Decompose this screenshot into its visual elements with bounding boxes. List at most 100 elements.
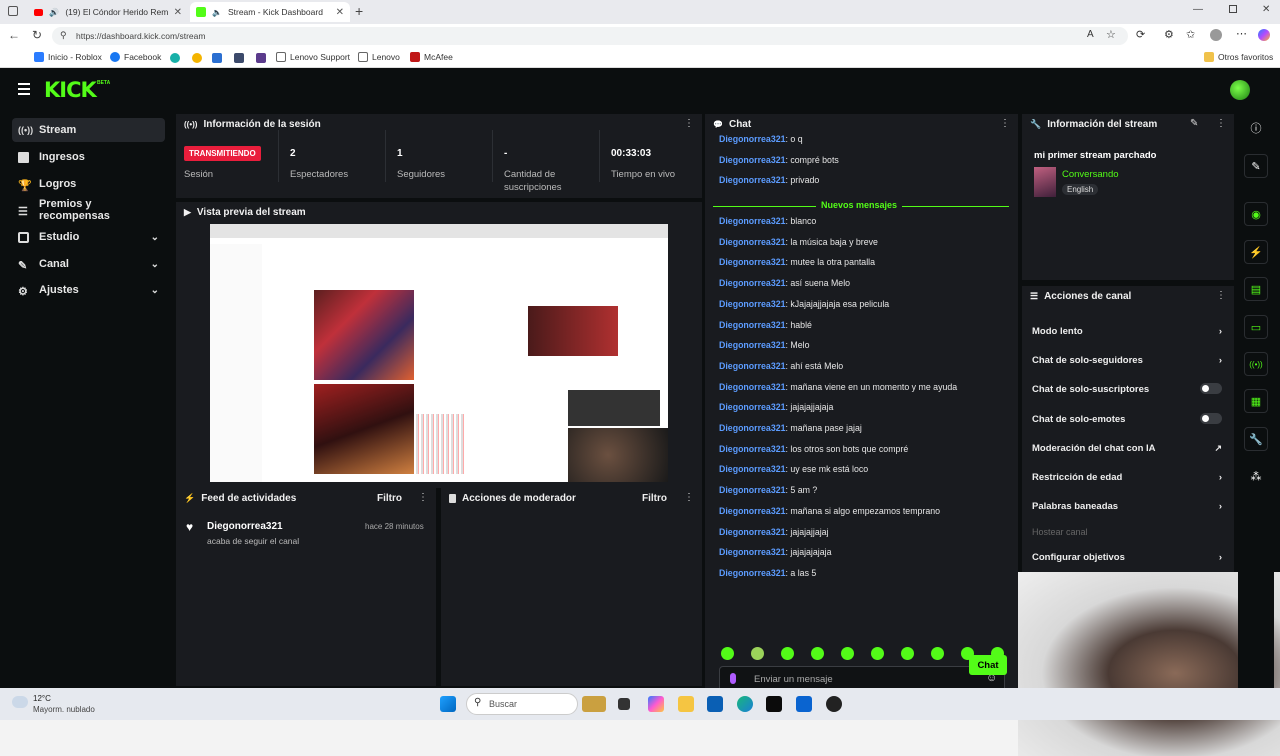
sidebar-item-estudio[interactable]: Estudio ⌄ (12, 225, 165, 249)
emote-icon[interactable] (931, 647, 944, 660)
action-age-restriction[interactable]: Restricción de edad › (1032, 472, 1222, 483)
read-aloud-icon[interactable]: A (1087, 29, 1094, 40)
document-icon[interactable]: ▤ (1244, 277, 1268, 301)
close-icon[interactable]: ✕ (174, 7, 182, 18)
chat-send-button[interactable]: Chat (969, 655, 1007, 675)
copilot-icon[interactable] (1258, 29, 1270, 41)
maximize-button[interactable] (1229, 5, 1237, 13)
chat-username[interactable]: Diegonorrea321 (719, 485, 786, 495)
store-icon[interactable] (707, 696, 723, 712)
sidebar-item-ajustes[interactable]: ⚙ Ajustes ⌄ (12, 278, 165, 302)
category-name[interactable]: Conversando (1062, 169, 1119, 180)
activity-user[interactable]: Diegonorrea321 (207, 521, 283, 532)
widgets-icon[interactable] (582, 696, 606, 712)
extensions-icon[interactable]: ⟳ (1136, 28, 1145, 41)
chat-username[interactable]: Diegonorrea321 (719, 299, 786, 309)
minimize-button[interactable]: — (1193, 4, 1203, 15)
chat-username[interactable]: Diegonorrea321 (719, 402, 786, 412)
site-info-icon[interactable]: ⚲ (60, 30, 67, 41)
chat-username[interactable]: Diegonorrea321 (719, 423, 786, 433)
more-options-icon[interactable]: ⋮ (418, 492, 428, 503)
info-icon[interactable]: ⓘ (1244, 116, 1268, 140)
emote-icon[interactable] (811, 647, 824, 660)
emotes-only-toggle[interactable] (1200, 413, 1222, 424)
url-input[interactable]: ⚲ https://dashboard.kick.com/stream (52, 27, 1128, 45)
bolt-icon[interactable]: ⚡ (1244, 240, 1268, 264)
emote-icon[interactable] (871, 647, 884, 660)
file-explorer-icon[interactable] (678, 696, 694, 712)
chat-username[interactable]: Diegonorrea321 (719, 547, 786, 557)
chat-username[interactable]: Diegonorrea321 (719, 155, 786, 165)
more-options-icon[interactable]: ⋮ (1216, 290, 1226, 301)
app-icon[interactable] (192, 53, 202, 63)
emote-icon[interactable] (751, 647, 764, 660)
chat-username[interactable]: Diegonorrea321 (719, 444, 786, 454)
chat-icon[interactable]: ▭ (1244, 315, 1268, 339)
subscribers-only-toggle[interactable] (1200, 383, 1222, 394)
split-screen-icon[interactable]: ⚙ (1164, 28, 1174, 41)
close-icon[interactable]: ✕ (336, 7, 344, 18)
app-icon[interactable] (212, 53, 222, 63)
chat-username[interactable]: Diegonorrea321 (719, 175, 786, 185)
chat-username[interactable]: Diegonorrea321 (719, 464, 786, 474)
app-icon[interactable] (256, 53, 266, 63)
sidebar-item-logros[interactable]: 🏆 Logros (12, 172, 165, 196)
sidebar-item-stream[interactable]: ((•)) Stream (12, 118, 165, 142)
action-banned-words[interactable]: Palabras baneadas › (1032, 501, 1222, 512)
edit-icon[interactable]: ✎ (1190, 118, 1198, 129)
more-options-icon[interactable]: ⋮ (684, 118, 694, 129)
chat-username[interactable]: Diegonorrea321 (719, 527, 786, 537)
taskbar-search[interactable]: ⚲ Buscar (466, 693, 578, 715)
chat-username[interactable]: Diegonorrea321 (719, 382, 786, 392)
bookmark-lenovo-support[interactable]: Lenovo Support (276, 52, 350, 62)
tab-youtube[interactable]: 🔊 (19) El Cóndor Herido Remix ✕ (28, 2, 188, 22)
action-ai-moderation[interactable]: Moderación del chat con IA ↗ (1032, 443, 1222, 454)
tab-kick[interactable]: 🔈 Stream - Kick Dashboard ✕ (190, 2, 350, 22)
bookmark-facebook[interactable]: Facebook (110, 52, 161, 62)
bookmark-lenovo[interactable]: Lenovo (358, 52, 400, 62)
chat-username[interactable]: Diegonorrea321 (719, 361, 786, 371)
action-subscribers-only[interactable]: Chat de solo-suscriptores (1032, 383, 1222, 395)
weather-icon[interactable] (12, 696, 28, 708)
chat-username[interactable]: Diegonorrea321 (719, 216, 786, 226)
camera-icon[interactable]: ◉ (1244, 202, 1268, 226)
wrench-icon[interactable]: 🔧 (1244, 427, 1268, 451)
microphone-icon[interactable] (730, 673, 736, 684)
more-options-icon[interactable]: ⋮ (684, 492, 694, 503)
more-options-icon[interactable]: ⋮ (1216, 118, 1226, 129)
bookmark-mcafee[interactable]: McAfee (410, 52, 453, 62)
speaker-icon[interactable]: 🔈 (212, 8, 222, 17)
chat-username[interactable]: Diegonorrea321 (719, 320, 786, 330)
menu-icon[interactable]: ⋯ (1236, 27, 1247, 40)
emote-icon[interactable] (901, 647, 914, 660)
user-avatar[interactable] (1230, 80, 1250, 100)
kick-logo[interactable]: KICK (44, 78, 97, 102)
windows-start-icon[interactable] (440, 696, 456, 712)
outlook-icon[interactable] (796, 696, 812, 712)
obs-icon[interactable] (826, 696, 842, 712)
hamburger-menu-icon[interactable] (18, 83, 30, 95)
stream-preview-video[interactable] (210, 224, 668, 482)
app-icon[interactable] (234, 53, 244, 63)
filter-button[interactable]: Filtro (642, 493, 667, 504)
refresh-icon[interactable]: ↻ (32, 28, 42, 42)
chat-username[interactable]: Diegonorrea321 (719, 340, 786, 350)
emote-icon[interactable] (721, 647, 734, 660)
chat-username[interactable]: Diegonorrea321 (719, 237, 786, 247)
emote-icon[interactable] (781, 647, 794, 660)
tab-actions-icon[interactable] (8, 6, 18, 16)
app-icon[interactable] (170, 53, 180, 63)
speaker-icon[interactable]: 🔊 (49, 8, 59, 17)
chat-username[interactable]: Diegonorrea321 (719, 568, 786, 578)
action-emotes-only[interactable]: Chat de solo-emotes (1032, 413, 1222, 425)
sidebar-item-ingresos[interactable]: Ingresos (12, 145, 165, 169)
apps-icon[interactable]: ⁂ (1244, 464, 1268, 488)
chat-username[interactable]: Diegonorrea321 (719, 506, 786, 516)
star-icon[interactable]: ☆ (1106, 28, 1116, 41)
favorites-icon[interactable]: ✩ (1186, 28, 1195, 41)
chat-username[interactable]: Diegonorrea321 (719, 134, 786, 144)
pencil-icon[interactable]: ✎ (1244, 154, 1268, 178)
filter-button[interactable]: Filtro (377, 493, 402, 504)
action-set-goals[interactable]: Configurar objetivos › (1032, 552, 1222, 563)
back-icon[interactable]: ← (8, 28, 20, 42)
